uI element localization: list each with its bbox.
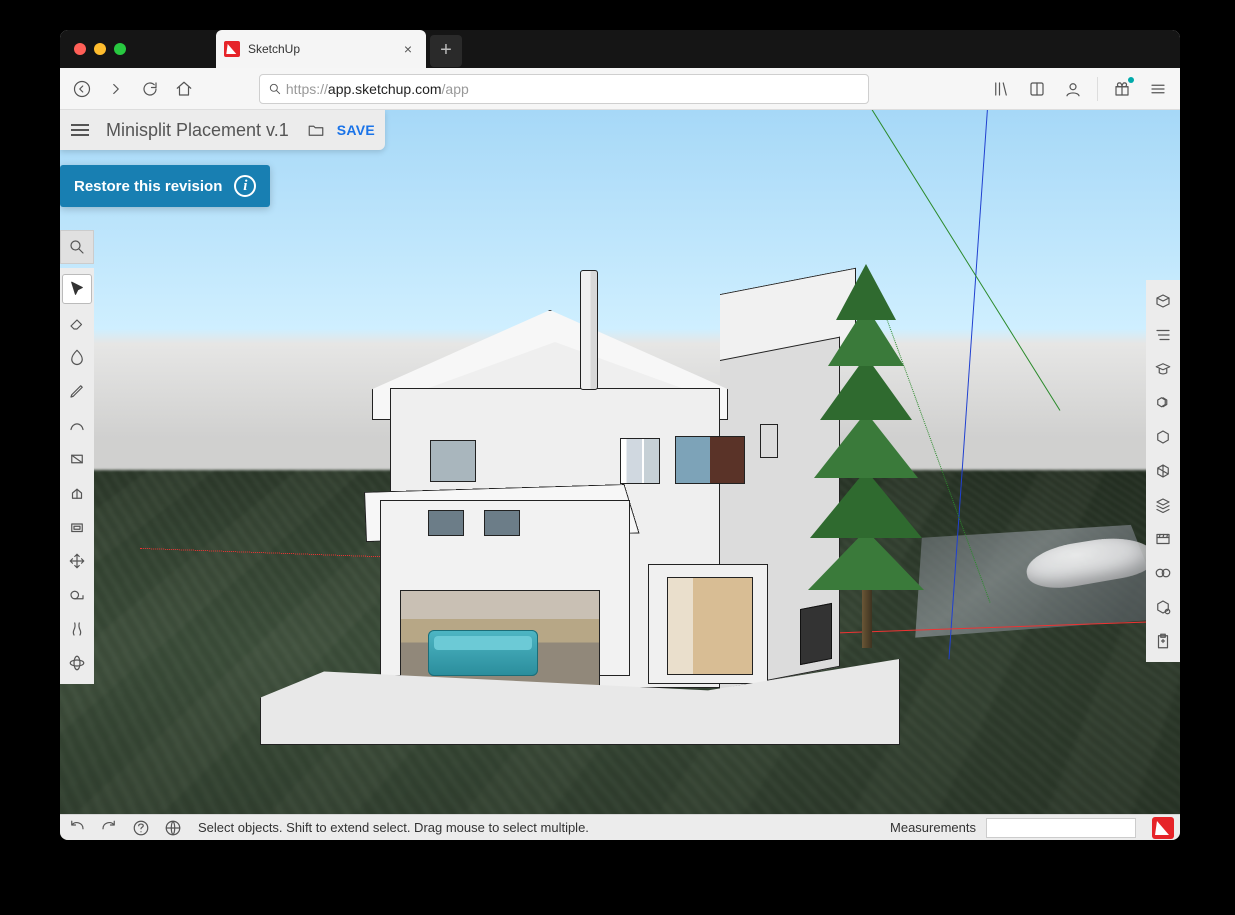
panel-styles[interactable] — [1148, 556, 1178, 590]
tool-orbit[interactable] — [62, 646, 92, 680]
account-button[interactable] — [1057, 73, 1089, 105]
undo-button[interactable] — [66, 817, 88, 839]
measurements-label: Measurements — [890, 820, 976, 835]
measurements-input[interactable] — [986, 818, 1136, 838]
tool-pencil[interactable] — [62, 374, 92, 408]
tab-title: SketchUp — [248, 42, 400, 56]
tool-pushpull[interactable] — [62, 476, 92, 510]
back-button[interactable] — [66, 73, 98, 105]
right-panel-bar — [1146, 280, 1180, 662]
save-button[interactable]: SAVE — [337, 122, 375, 138]
document-title: Minisplit Placement v.1 — [100, 120, 295, 141]
house-model — [260, 210, 820, 730]
toolbar-divider — [1097, 77, 1098, 101]
panel-components[interactable] — [1148, 386, 1178, 420]
search-tool-button[interactable] — [60, 230, 94, 264]
url-protocol: https:// — [286, 81, 328, 97]
search-icon — [268, 82, 282, 96]
help-button[interactable] — [130, 817, 152, 839]
tool-eraser[interactable] — [62, 306, 92, 340]
sketchup-logo-icon[interactable] — [1152, 817, 1174, 839]
panel-instructor[interactable] — [1148, 352, 1178, 386]
reader-button[interactable] — [1021, 73, 1053, 105]
document-header: Minisplit Placement v.1 SAVE — [60, 110, 385, 150]
panel-scenes[interactable] — [1148, 522, 1178, 556]
sketchup-favicon-icon — [224, 41, 240, 57]
panel-display[interactable] — [1148, 454, 1178, 488]
status-bar: Select objects. Shift to extend select. … — [60, 814, 1180, 840]
main-menu-button[interactable] — [60, 129, 100, 131]
url-field[interactable]: https://app.sketchup.com/app — [259, 74, 869, 104]
browser-window: SketchUp × + https://app.sketchup.com/ap… — [60, 30, 1180, 840]
browser-right-icons — [985, 73, 1174, 105]
restore-revision-bar[interactable]: Restore this revision i — [60, 165, 270, 207]
panel-layers[interactable] — [1148, 488, 1178, 522]
close-window-button[interactable] — [74, 43, 86, 55]
tool-select[interactable] — [62, 274, 92, 304]
folder-icon[interactable] — [305, 121, 327, 139]
panel-shadows[interactable] — [1148, 590, 1178, 624]
whats-new-button[interactable] — [1106, 73, 1138, 105]
tool-walk[interactable] — [62, 612, 92, 646]
search-icon — [68, 238, 86, 256]
redo-button[interactable] — [98, 817, 120, 839]
window-controls — [74, 43, 126, 55]
url-path: /app — [442, 81, 469, 97]
tool-rectangle[interactable] — [62, 442, 92, 476]
browser-tab[interactable]: SketchUp × — [216, 30, 426, 68]
tool-tape[interactable] — [62, 578, 92, 612]
panel-clipboard[interactable] — [1148, 624, 1178, 658]
url-host: app.sketchup.com — [328, 81, 442, 97]
browser-toolbar: https://app.sketchup.com/app — [60, 68, 1180, 110]
zoom-window-button[interactable] — [114, 43, 126, 55]
model-viewport[interactable] — [60, 110, 1180, 816]
panel-model-info[interactable] — [1148, 284, 1178, 318]
tool-move[interactable] — [62, 544, 92, 578]
tab-bar: SketchUp × + — [60, 30, 1180, 68]
forward-button[interactable] — [100, 73, 132, 105]
home-button[interactable] — [168, 73, 200, 105]
info-icon[interactable]: i — [234, 175, 256, 197]
new-tab-button[interactable]: + — [430, 35, 462, 67]
language-button[interactable] — [162, 817, 184, 839]
panel-materials[interactable] — [1148, 420, 1178, 454]
tree-model — [800, 258, 950, 658]
status-hint: Select objects. Shift to extend select. … — [198, 820, 589, 835]
app-area: Minisplit Placement v.1 SAVE Restore thi… — [60, 110, 1180, 840]
panel-outliner[interactable] — [1148, 318, 1178, 352]
minimize-window-button[interactable] — [94, 43, 106, 55]
restore-revision-label: Restore this revision — [74, 178, 222, 195]
library-button[interactable] — [985, 73, 1017, 105]
reload-button[interactable] — [134, 73, 166, 105]
tool-arc[interactable] — [62, 408, 92, 442]
app-menu-button[interactable] — [1142, 73, 1174, 105]
tool-offset[interactable] — [62, 510, 92, 544]
close-tab-button[interactable]: × — [400, 41, 416, 57]
left-toolbar — [60, 268, 94, 684]
tool-paint[interactable] — [62, 340, 92, 374]
